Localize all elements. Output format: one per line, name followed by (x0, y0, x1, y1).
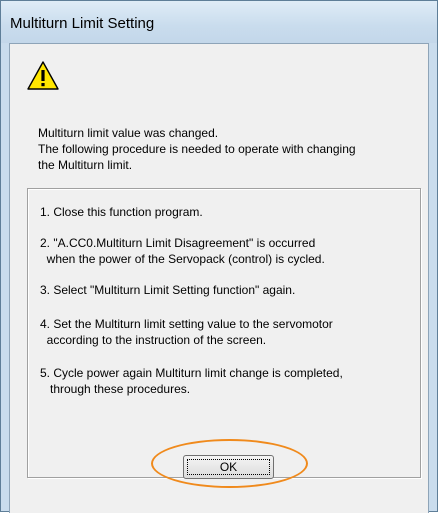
dialog-title: Multiturn Limit Setting (10, 15, 155, 32)
warning-icon (27, 61, 59, 90)
step-1: 1. Close this function program. (40, 205, 203, 219)
step-2: 2. "A.CC0.Multiturn Limit Disagreement" … (40, 236, 316, 250)
step-4-continued: according to the instruction of the scre… (40, 333, 267, 347)
step-4: 4. Set the Multiturn limit setting value… (40, 317, 333, 331)
message-line: The following procedure is needed to ope… (38, 142, 356, 156)
ok-button[interactable]: OK (183, 455, 274, 479)
title-bar[interactable]: Multiturn Limit Setting (1, 1, 437, 43)
message-line: the Multiturn limit. (38, 158, 133, 172)
ok-button-label: OK (219, 460, 238, 474)
step-2-continued: when the power of the Servopack (control… (40, 252, 325, 266)
step-3: 3. Select "Multiturn Limit Setting funct… (40, 283, 296, 297)
step-5-continued: through these procedures. (40, 382, 191, 396)
step-5: 5. Cycle power again Multiturn limit cha… (40, 366, 343, 380)
dialog-window: Multiturn Limit Setting Multiturn limit … (0, 0, 438, 513)
procedure-steps-box: 1. Close this function program. 2. "A.CC… (27, 188, 421, 478)
warning-message: Multiturn limit value was changed. The f… (38, 125, 418, 173)
message-line: Multiturn limit value was changed. (38, 126, 219, 140)
